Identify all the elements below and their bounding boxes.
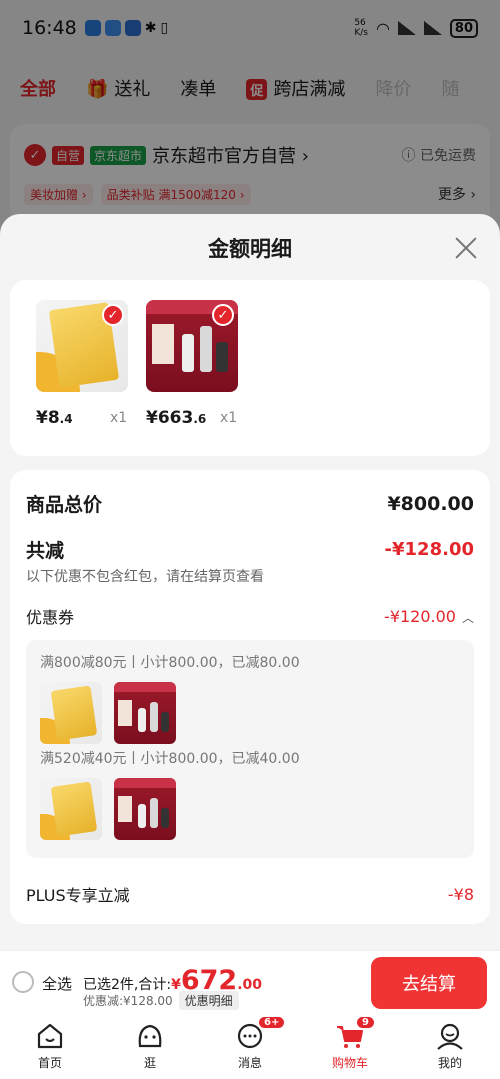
discount-line: 优惠减:¥128.00 优惠明细 xyxy=(83,991,239,1010)
sheet-header: 金额明细 xyxy=(0,214,500,282)
plus-value: -¥8 xyxy=(447,884,474,904)
nav-label: 消息 xyxy=(237,1056,262,1070)
nav-messages[interactable]: 6+ 消息 xyxy=(200,1014,300,1079)
checkout-bar: 全选 已选2件,合计: ¥ 672 .00 优惠减:¥128.00 优惠明细 去… xyxy=(0,950,500,1014)
coupon-value-wrap: -¥120.00 ︿ xyxy=(384,607,474,626)
product-qty: x1 xyxy=(110,410,128,426)
price-breakdown-card: 商品总价 ¥800.00 共减 -¥128.00 以下优惠不包含红包，请在结算页… xyxy=(10,470,490,924)
coupon-product-thumb xyxy=(40,778,102,840)
reduce-value: -¥128.00 xyxy=(384,539,474,560)
total-value: ¥800.00 xyxy=(387,492,474,515)
coupon-line: 满520减40元丨小计800.00，已减40.00 xyxy=(40,751,300,767)
nav-cart[interactable]: 9 购物车 xyxy=(300,1014,400,1079)
plus-row: PLUS专享立减 -¥8 xyxy=(26,882,474,906)
coupon-row[interactable]: 优惠券 -¥120.00 ︿ xyxy=(26,604,474,628)
cart-badge: 9 xyxy=(356,1016,375,1029)
select-all-label[interactable]: 全选 xyxy=(42,973,72,994)
product-qty: x1 xyxy=(220,410,238,426)
amount-detail-sheet: 金额明细 ✓ ✓ ¥8.4 x1 ¥663.6 x1 商品总价 ¥800.00 … xyxy=(0,214,500,950)
nav-profile[interactable]: 我的 xyxy=(400,1014,500,1079)
products-card: ✓ ✓ ¥8.4 x1 ¥663.6 x1 xyxy=(10,280,490,456)
selected-check-icon: ✓ xyxy=(212,304,234,326)
nav-label: 逛 xyxy=(143,1056,156,1070)
select-all-radio[interactable] xyxy=(12,971,34,993)
close-icon[interactable] xyxy=(452,234,480,262)
message-badge: 6+ xyxy=(258,1016,286,1029)
coupon-product-thumb xyxy=(114,778,176,840)
coupon-line: 满800减80元丨小计800.00，已减80.00 xyxy=(40,655,300,671)
coupon-details: 满800减80元丨小计800.00，已减80.00 满520减40元丨小计800… xyxy=(26,640,474,858)
nav-home[interactable]: 首页 xyxy=(0,1014,100,1079)
discount-text: 优惠减:¥128.00 xyxy=(83,994,173,1008)
product-thumb-mask[interactable]: ✓ xyxy=(36,300,128,392)
coupon-value: -¥120.00 xyxy=(384,606,456,626)
product-thumb-skincare-set[interactable]: ✓ xyxy=(146,300,238,392)
selected-check-icon: ✓ xyxy=(102,304,124,326)
product-price: ¥663.6 xyxy=(146,408,207,428)
sheet-title: 金额明细 xyxy=(208,237,292,261)
coupon-label: 优惠券 xyxy=(26,608,75,627)
nav-label: 首页 xyxy=(37,1056,62,1070)
total-row: 商品总价 ¥800.00 xyxy=(26,490,474,517)
coupon-product-thumb xyxy=(40,682,102,744)
plus-label: PLUS专享立减 xyxy=(26,886,130,905)
product-price: ¥8.4 xyxy=(36,408,73,428)
reduce-row: 共减 -¥128.00 xyxy=(26,536,474,563)
nav-label: 我的 xyxy=(437,1056,462,1070)
total-label: 商品总价 xyxy=(26,494,103,516)
discount-detail-button[interactable]: 优惠明细 xyxy=(178,991,239,1010)
nav-browse[interactable]: 逛 xyxy=(100,1014,200,1079)
nav-label: 购物车 xyxy=(331,1056,368,1070)
browse-face-icon xyxy=(138,1024,162,1048)
coupon-product-thumb xyxy=(114,682,176,744)
chevron-up-icon: ︿ xyxy=(461,610,474,625)
checkout-button[interactable]: 去结算 xyxy=(371,957,487,1009)
reduce-label: 共减 xyxy=(26,540,65,562)
reduce-note: 以下优惠不包含红包，请在结算页查看 xyxy=(26,569,264,585)
bottom-nav: 首页 逛 6+ 消息 9 购物车 我的 xyxy=(0,1014,500,1079)
profile-icon xyxy=(437,1023,463,1050)
total-decimal: .00 xyxy=(237,977,263,993)
home-icon xyxy=(37,1023,63,1049)
